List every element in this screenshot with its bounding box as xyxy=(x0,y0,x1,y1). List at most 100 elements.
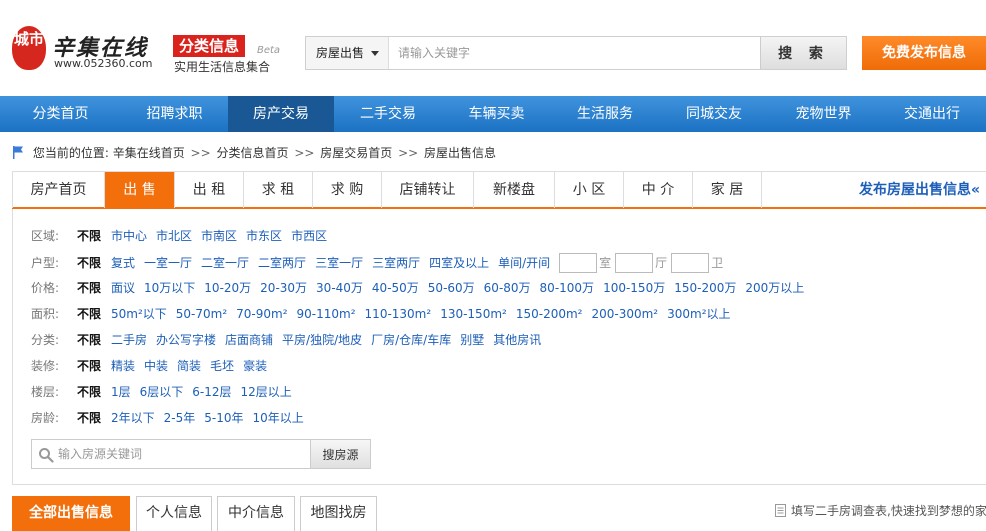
room-count-input[interactable] xyxy=(671,253,710,273)
search-button[interactable]: 搜 索 xyxy=(760,37,846,69)
filter-option[interactable]: 二室一厅 xyxy=(201,256,249,270)
filter-option[interactable]: 办公写字楼 xyxy=(156,333,216,347)
filter-option[interactable]: 20-30万 xyxy=(260,281,307,295)
filter-option[interactable]: 市西区 xyxy=(291,229,327,243)
tab-new-buildings[interactable]: 新楼盘 xyxy=(474,172,555,208)
nav-item-transport[interactable]: 交通出行 xyxy=(878,96,986,132)
filter-option-unlimited[interactable]: 不限 xyxy=(77,227,111,245)
filter-option[interactable]: 市北区 xyxy=(156,229,192,243)
filter-option[interactable]: 简装 xyxy=(177,359,201,373)
filter-option[interactable]: 100-150万 xyxy=(603,281,665,295)
filter-option[interactable]: 中装 xyxy=(144,359,168,373)
nav-item-pets[interactable]: 宠物世界 xyxy=(769,96,878,132)
publish-sale-link[interactable]: 发布房屋出售信息« xyxy=(859,172,980,208)
room-count-input[interactable] xyxy=(615,253,654,273)
filter-option[interactable]: 90-110m² xyxy=(297,307,356,321)
filter-option[interactable]: 单间/开间 xyxy=(498,256,550,270)
filter-option[interactable]: 12层以上 xyxy=(241,385,292,399)
filter-option[interactable]: 110-130m² xyxy=(365,307,432,321)
filter-option[interactable]: 店面商铺 xyxy=(225,333,273,347)
filter-option[interactable]: 三室一厅 xyxy=(315,256,363,270)
filter-option[interactable]: 200万以上 xyxy=(745,281,804,295)
filter-option[interactable]: 市南区 xyxy=(201,229,237,243)
filter-option[interactable]: 10-20万 xyxy=(204,281,251,295)
filter-option-unlimited[interactable]: 不限 xyxy=(77,357,111,375)
tab-home-furnishing[interactable]: 家 居 xyxy=(693,172,762,208)
city-seal-logo[interactable]: 城市 xyxy=(12,26,46,70)
nav-item-vehicles[interactable]: 车辆买卖 xyxy=(442,96,551,132)
filter-option[interactable]: 其他房讯 xyxy=(493,333,541,347)
filter-option[interactable]: 二手房 xyxy=(111,333,147,347)
filter-option[interactable]: 70-90m² xyxy=(236,307,287,321)
filter-option[interactable]: 130-150m² xyxy=(440,307,507,321)
filter-option[interactable]: 200-300m² xyxy=(591,307,658,321)
survey-link[interactable]: 填写二手房调查表,快速找到梦想的家 xyxy=(775,502,986,519)
filter-option[interactable]: 精装 xyxy=(111,359,135,373)
breadcrumb-link-site-home[interactable]: 辛集在线首页 xyxy=(113,146,185,160)
filter-option[interactable]: 50-60万 xyxy=(428,281,475,295)
survey-text[interactable]: 填写二手房调查表,快速找到梦想的家 xyxy=(791,504,986,518)
filter-option[interactable]: 豪装 xyxy=(243,359,267,373)
tab-sale[interactable]: 出 售 xyxy=(105,172,175,208)
nav-item-services[interactable]: 生活服务 xyxy=(551,96,659,132)
tab-want-buy[interactable]: 求 购 xyxy=(313,172,382,208)
nav-item-housing[interactable]: 房产交易 xyxy=(228,96,334,132)
tab-rent-out[interactable]: 出 租 xyxy=(175,172,244,208)
filter-option[interactable]: 2-5年 xyxy=(164,411,196,425)
tab-want-rent[interactable]: 求 租 xyxy=(244,172,313,208)
nav-item-dating[interactable]: 同城交友 xyxy=(659,96,769,132)
tab-community[interactable]: 小 区 xyxy=(555,172,624,208)
free-publish-button[interactable]: 免费发布信息 xyxy=(862,36,986,70)
breadcrumb-link-category-home[interactable]: 分类信息首页 xyxy=(216,146,288,160)
filter-option[interactable]: 别墅 xyxy=(460,333,484,347)
filter-option-unlimited[interactable]: 不限 xyxy=(77,409,111,427)
filter-option[interactable]: 30-40万 xyxy=(316,281,363,295)
filter-option-unlimited[interactable]: 不限 xyxy=(77,383,111,401)
filter-option-unlimited[interactable]: 不限 xyxy=(77,254,111,272)
filter-option[interactable]: 150-200万 xyxy=(674,281,736,295)
filter-option[interactable]: 60-80万 xyxy=(484,281,531,295)
tab-agency-listings[interactable]: 中介信息 xyxy=(217,496,295,531)
filter-option[interactable]: 一室一厅 xyxy=(144,256,192,270)
filter-option[interactable]: 6层以下 xyxy=(140,385,184,399)
filter-option[interactable]: 市中心 xyxy=(111,229,147,243)
filter-option[interactable]: 三室两厅 xyxy=(372,256,420,270)
filter-option[interactable]: 300m²以上 xyxy=(667,307,730,321)
filter-option[interactable]: 50-70m² xyxy=(176,307,227,321)
filter-option[interactable]: 10万以下 xyxy=(144,281,195,295)
filter-option-unlimited[interactable]: 不限 xyxy=(77,279,111,297)
search-input[interactable] xyxy=(390,37,760,69)
search-type-select[interactable]: 房屋出售 xyxy=(306,37,389,69)
filter-option[interactable]: 80-100万 xyxy=(540,281,595,295)
tab-personal[interactable]: 个人信息 xyxy=(136,496,212,531)
filter-option[interactable]: 5-10年 xyxy=(204,411,243,425)
filter-option[interactable]: 平房/独院/地皮 xyxy=(282,333,362,347)
tab-map-search[interactable]: 地图找房 xyxy=(300,496,377,531)
keyword-input[interactable] xyxy=(58,440,308,468)
filter-option[interactable]: 四室及以上 xyxy=(429,256,489,270)
filter-option-unlimited[interactable]: 不限 xyxy=(77,305,111,323)
filter-option[interactable]: 毛坯 xyxy=(210,359,234,373)
filter-option[interactable]: 50m²以下 xyxy=(111,307,167,321)
filter-option[interactable]: 1层 xyxy=(111,385,131,399)
filter-option[interactable]: 市东区 xyxy=(246,229,282,243)
filter-option-unlimited[interactable]: 不限 xyxy=(77,331,111,349)
tab-shop-transfer[interactable]: 店铺转让 xyxy=(382,172,474,208)
filter-option[interactable]: 150-200m² xyxy=(516,307,583,321)
filter-option[interactable]: 6-12层 xyxy=(192,385,231,399)
filter-option[interactable]: 2年以下 xyxy=(111,411,155,425)
breadcrumb-link-housing-home[interactable]: 房屋交易首页 xyxy=(320,146,392,160)
nav-item-secondhand[interactable]: 二手交易 xyxy=(334,96,442,132)
filter-option[interactable]: 复式 xyxy=(111,256,135,270)
search-listings-button[interactable]: 搜房源 xyxy=(310,440,370,468)
nav-item-home[interactable]: 分类首页 xyxy=(0,96,121,132)
filter-option[interactable]: 40-50万 xyxy=(372,281,419,295)
tab-all-sale[interactable]: 全部出售信息 xyxy=(12,496,130,531)
tab-housing-home[interactable]: 房产首页 xyxy=(12,172,105,208)
tab-agency[interactable]: 中 介 xyxy=(624,172,693,208)
nav-item-jobs[interactable]: 招聘求职 xyxy=(121,96,228,132)
room-count-input[interactable] xyxy=(559,253,598,273)
filter-option[interactable]: 面议 xyxy=(111,281,135,295)
filter-option[interactable]: 10年以上 xyxy=(253,411,304,425)
filter-option[interactable]: 二室两厅 xyxy=(258,256,306,270)
